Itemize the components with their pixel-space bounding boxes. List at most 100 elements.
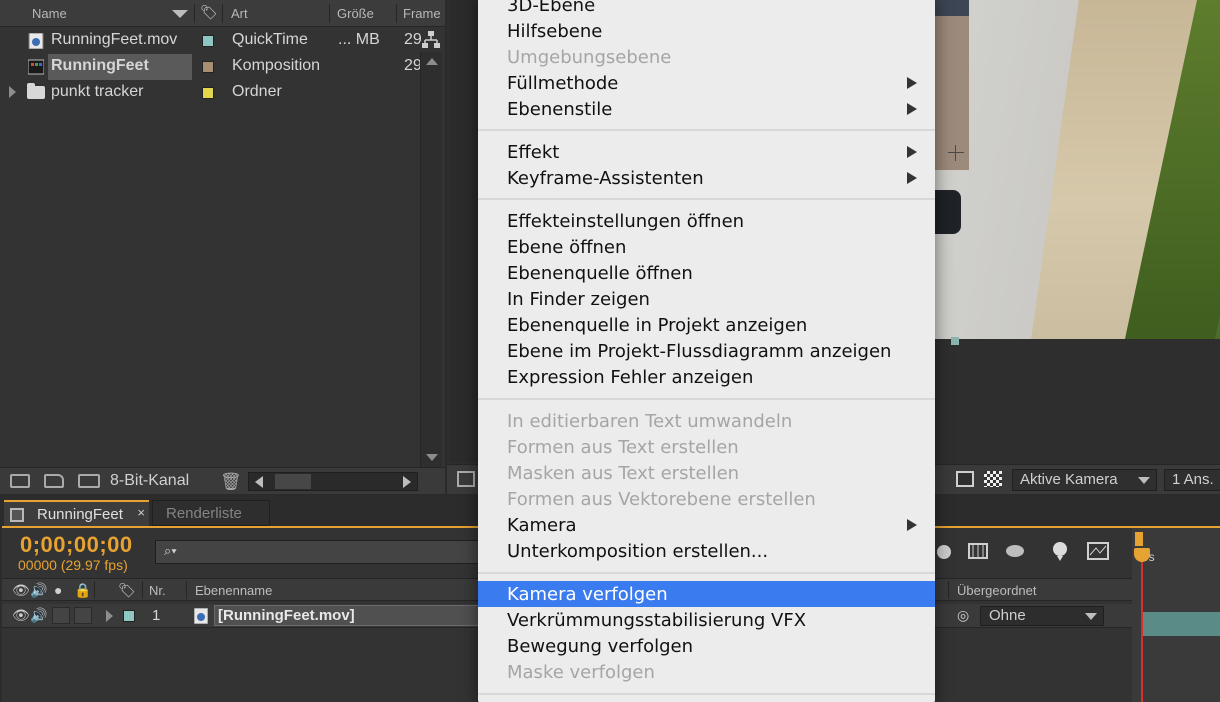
lock-toggle[interactable] — [74, 607, 92, 624]
submenu-arrow-icon — [907, 172, 917, 184]
eye-icon[interactable]: 👁 — [12, 582, 30, 599]
menu-item-layer-styles[interactable]: Ebenenstile — [478, 96, 935, 122]
region-icon[interactable] — [457, 471, 475, 487]
menu-item-warp-stabilizer[interactable]: Verkrümmungsstabilisierung VFX — [478, 607, 935, 633]
parent-select[interactable]: Ohne — [980, 606, 1104, 626]
active-camera-select[interactable]: Aktive Kamera — [1012, 469, 1157, 491]
project-item-frame: 29 — [404, 31, 422, 48]
solo-toggle[interactable] — [52, 607, 70, 624]
flowchart-icon[interactable] — [421, 30, 441, 50]
pickwhip-icon[interactable]: ◎ — [957, 607, 969, 624]
menu-item-create-masks-from-text: Masken aus Text erstellen — [507, 463, 740, 484]
graph-editor-icon[interactable] — [1086, 540, 1110, 562]
column-parent[interactable]: Übergeordnet — [957, 583, 1037, 598]
menu-item-reveal-in-project[interactable]: Ebenenquelle in Projekt anzeigen — [478, 312, 935, 338]
frame-blending-icon[interactable] — [966, 540, 990, 562]
tab-label: Renderliste — [166, 505, 242, 522]
layer-search-field[interactable]: ⌕▾ — [155, 540, 485, 564]
menu-separator — [478, 572, 935, 574]
speaker-icon[interactable]: 🔊 — [30, 607, 47, 624]
menu-item-3d-layer[interactable]: 3D-Ebene — [478, 0, 935, 18]
label-swatch[interactable] — [202, 87, 214, 99]
project-scrollbar[interactable] — [420, 52, 442, 467]
column-type[interactable]: Art — [231, 6, 248, 21]
work-area-start-handle[interactable] — [1135, 532, 1143, 546]
menu-item-pre-compose[interactable]: Unterkomposition erstellen... — [478, 538, 935, 564]
trash-icon[interactable]: 🗑 — [220, 472, 242, 492]
chevron-down-icon — [1138, 477, 1150, 484]
motion-blur-icon[interactable] — [1002, 540, 1026, 562]
menu-item-track-motion[interactable]: Bewegung verfolgen — [478, 633, 935, 659]
layer-duration-bar[interactable] — [1142, 612, 1220, 636]
speaker-icon[interactable]: 🔊 — [30, 582, 47, 599]
menu-item-track-mask: Maske verfolgen — [507, 662, 655, 683]
new-composition-icon[interactable] — [78, 474, 100, 488]
tab-renderliste[interactable]: Renderliste — [152, 500, 270, 526]
lock-icon[interactable]: 🔒 — [74, 582, 91, 599]
brainstorm-icon[interactable] — [1048, 540, 1072, 562]
menu-item-track-camera[interactable]: Kamera verfolgen — [478, 581, 935, 607]
menu-item-reveal-in-flowchart[interactable]: Ebene im Projekt-Flussdiagramm anzeigen — [478, 338, 935, 364]
label-swatch[interactable] — [202, 61, 214, 73]
expand-triangle-icon[interactable] — [106, 610, 113, 622]
layer-name-field[interactable]: [RunningFeet.mov] — [214, 605, 482, 626]
label-swatch[interactable] — [123, 610, 135, 622]
menu-item-convert-to-editable-text: In editierbaren Text umwandeln — [507, 411, 793, 432]
project-item[interactable]: RunningFeet Komposition 29 — [0, 54, 422, 80]
menu-item-reveal-in-finder[interactable]: In Finder zeigen — [478, 286, 935, 312]
menu-item-open-layer-source[interactable]: Ebenenquelle öffnen — [478, 260, 935, 286]
transparency-grid-icon[interactable] — [956, 471, 974, 487]
column-layer-name[interactable]: Ebenenname — [195, 583, 272, 598]
project-item[interactable]: RunningFeet.mov QuickTime ... MB 29 — [0, 28, 422, 54]
menu-item-environment-layer: Umgebungsebene — [507, 47, 672, 68]
scroll-left-icon[interactable] — [255, 476, 263, 488]
label-swatch[interactable] — [202, 35, 214, 47]
label-tag-icon[interactable]: 🏷 — [200, 4, 218, 21]
project-item[interactable]: punkt tracker Ordner — [0, 80, 420, 106]
solo-icon[interactable]: ● — [54, 582, 62, 598]
menu-item-create-shapes-from-vector: Formen aus Vektorebene erstellen — [507, 489, 816, 510]
menu-item-camera[interactable]: Kamera — [478, 512, 935, 538]
tab-runningfeet[interactable]: RunningFeet × — [4, 500, 149, 526]
track-point-crosshair-icon[interactable] — [948, 145, 964, 161]
expand-triangle-icon[interactable] — [9, 86, 16, 98]
eye-icon[interactable]: 👁 — [12, 607, 30, 624]
sort-caret-icon[interactable] — [172, 10, 188, 18]
views-select[interactable]: 1 Ans. — [1164, 469, 1220, 491]
column-frame[interactable]: Frame — [403, 6, 441, 21]
checkerboard-icon[interactable] — [984, 471, 1002, 487]
menu-item-show-expression-errors[interactable]: Expression Fehler anzeigen — [478, 364, 935, 390]
scroll-up-icon[interactable] — [426, 58, 438, 65]
scroll-down-icon[interactable] — [426, 454, 438, 461]
current-time-indicator[interactable] — [1141, 558, 1143, 702]
column-size[interactable]: Größe — [337, 6, 374, 21]
time-ruler[interactable]: 0s — [1132, 528, 1220, 702]
project-item-type: Ordner — [232, 83, 282, 100]
column-name[interactable]: Name — [32, 6, 67, 21]
composition-icon — [28, 59, 44, 75]
menu-item-blending-mode[interactable]: Füllmethode — [478, 70, 935, 96]
column-nr[interactable]: Nr. — [149, 583, 166, 598]
project-item-name: RunningFeet.mov — [51, 31, 178, 48]
current-time-display[interactable]: 0;00;00;00 — [20, 532, 133, 558]
project-hscrollbar[interactable] — [248, 472, 418, 491]
composition-tab-icon — [10, 508, 24, 522]
menu-item-open-effect-controls[interactable]: Effekteinstellungen öffnen — [478, 208, 935, 234]
project-footer: 8-Bit-Kanal 🗑 — [0, 467, 445, 494]
menu-separator — [478, 198, 935, 200]
menu-item-effect[interactable]: Effekt — [478, 139, 935, 165]
draft-3d-icon[interactable] — [932, 540, 956, 562]
close-icon[interactable]: × — [137, 505, 145, 520]
scroll-thumb[interactable] — [275, 474, 311, 489]
menu-item-open-layer[interactable]: Ebene öffnen — [478, 234, 935, 260]
search-icon[interactable]: ⌕▾ — [164, 543, 177, 559]
menu-item-guide-layer[interactable]: Hilfsebene — [478, 18, 935, 44]
menu-item-keyframe-assistant[interactable]: Keyframe-Assistenten — [478, 165, 935, 191]
interpret-footage-icon[interactable] — [10, 474, 30, 488]
bit-depth-button[interactable]: 8-Bit-Kanal — [110, 472, 189, 490]
footage-frame[interactable] — [935, 0, 1220, 339]
scroll-right-icon[interactable] — [403, 476, 411, 488]
label-tag-icon[interactable]: 🏷 — [118, 582, 136, 599]
anchor-handle[interactable] — [951, 337, 959, 345]
new-folder-icon[interactable] — [44, 474, 64, 488]
